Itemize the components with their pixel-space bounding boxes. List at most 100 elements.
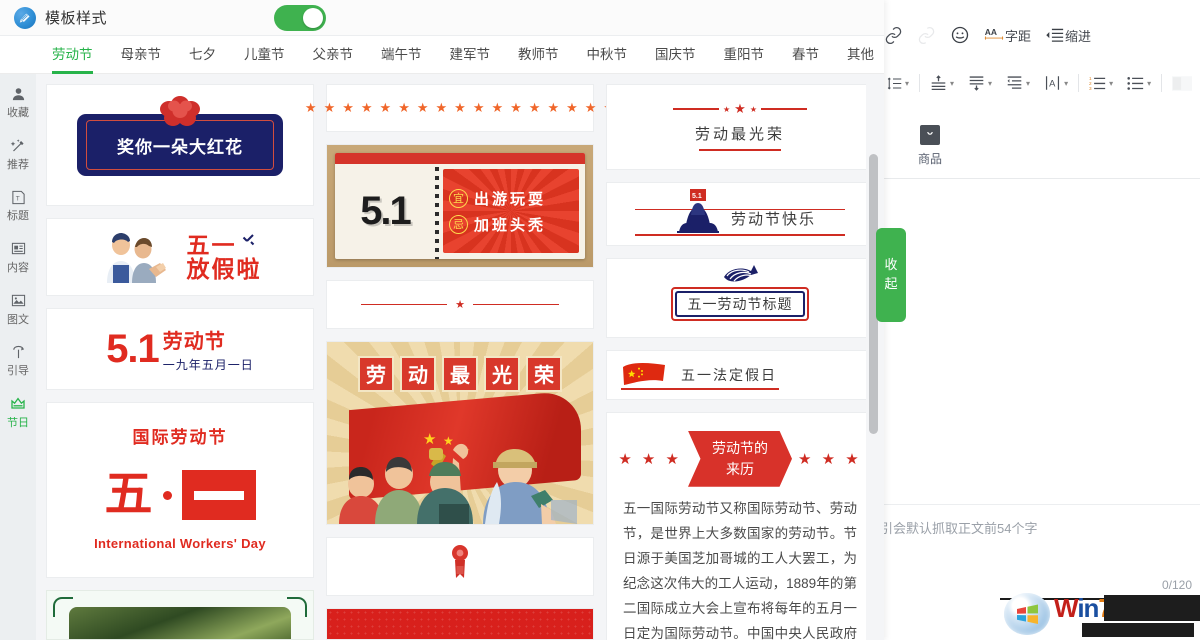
template-card-redbar[interactable] — [326, 607, 594, 640]
bad-text: 加班头秃 — [474, 216, 547, 234]
glory-card-art: ★ ★ ★ 劳动最光荣 — [617, 97, 863, 157]
sidebar-label: 节日 — [7, 416, 29, 429]
collapse-label-2: 起 — [884, 276, 898, 291]
calendar-text-side: 宜 出游玩耍 忌 加班头秃 — [443, 169, 579, 254]
collapse-panel-button[interactable]: 收 起 — [876, 228, 906, 322]
tab-qixi[interactable]: 七夕 — [175, 36, 230, 74]
calendar-date-side: 5.1 — [335, 153, 435, 259]
sidebar-item-festival[interactable]: 节日 — [0, 384, 36, 436]
title-card-art: 五一劳动节标题 — [607, 259, 866, 337]
template-grid: 奖你一朵大红花 五一 放假啦 5.1 劳动节 一九年五月一日 国际劳动节 五 I… — [36, 74, 866, 640]
svg-text:3: 3 — [1089, 86, 1092, 91]
template-style-toggle[interactable] — [274, 5, 326, 31]
tab-zhongqiujie[interactable]: 中秋节 — [573, 36, 642, 74]
windows-logo-icon — [1004, 593, 1050, 635]
double-border-title-box: 五一劳动节标题 — [671, 286, 809, 321]
tab-chunjie[interactable]: 春节 — [778, 36, 833, 74]
sidebar-item-imagetext[interactable]: 图文 — [0, 281, 36, 333]
poster-char: 动 — [400, 355, 436, 392]
happy-line-bottom — [635, 234, 845, 236]
template-card-title[interactable]: 五一劳动节标题 — [606, 257, 866, 338]
template-card-medal[interactable] — [326, 536, 594, 596]
tab-chongyangjie[interactable]: 重阳节 — [710, 36, 779, 74]
template-card-flower[interactable]: 奖你一朵大红花 — [46, 84, 314, 206]
origin-stars-right: ★ ★ ★ — [798, 450, 862, 468]
product-bag-icon — [920, 125, 940, 145]
template-card-star-row[interactable]: ★★★★★★ ★★★★★★ ★★★★★ — [305, 84, 615, 133]
toolbar-separator — [1078, 74, 1080, 92]
emoji-icon[interactable] — [950, 25, 970, 45]
tab-duanwujie[interactable]: 端午节 — [367, 36, 436, 74]
template-card-calendar[interactable]: 5.1 宜 出游玩耍 忌 加班头秃 — [326, 144, 594, 269]
tab-jianjunjie[interactable]: 建军节 — [436, 36, 505, 74]
happy-text: 劳动节快乐 — [731, 210, 817, 228]
template-card-legal[interactable]: 五一法定假日 — [606, 349, 866, 400]
legal-text: 五一法定假日 — [681, 366, 777, 383]
template-column-1: 奖你一朵大红花 五一 放假啦 5.1 劳动节 一九年五月一日 国际劳动节 五 I… — [46, 84, 314, 640]
template-card-photo[interactable] — [46, 590, 314, 640]
good-badge: 宜 — [449, 188, 468, 208]
watermark: Win7 — [1000, 588, 1200, 640]
magic-wand-icon — [0, 136, 36, 156]
template-card-51[interactable]: 5.1 劳动节 一九年五月一日 — [46, 308, 314, 390]
text-direction-button[interactable]: A ▾ — [1037, 75, 1075, 91]
template-card-glory[interactable]: ★ ★ ★ 劳动最光荣 — [606, 84, 866, 170]
tab-ertongjie[interactable]: 儿童节 — [230, 36, 299, 74]
sidebar-item-content[interactable]: 内容 — [0, 229, 36, 281]
red-medal-icon — [450, 544, 470, 589]
template-brush-icon — [14, 6, 36, 29]
template-column-2: ★★★★★★ ★★★★★★ ★★★★★ 5.1 宜 — [305, 84, 615, 640]
template-card-happy[interactable]: 5.1 劳动节快乐 — [606, 181, 866, 246]
festival-tab-bar: 劳动节 母亲节 七夕 儿童节 父亲节 端午节 建军节 教师节 中秋节 国庆节 重… — [0, 36, 884, 74]
template-card-holiday[interactable]: 五一 放假啦 — [46, 218, 314, 296]
monument-statue-icon: 5.1 — [677, 188, 719, 233]
title-box-icon: T — [0, 187, 36, 207]
template-card-international[interactable]: 国际劳动节 五 International Workers' Day — [46, 402, 314, 578]
photo-thumbnail — [69, 607, 291, 639]
indent-button[interactable]: 缩进 — [1045, 26, 1091, 45]
tab-jiaoshijie[interactable]: 教师节 — [504, 36, 573, 74]
editor-toolbar-row-1: AA 字距 缩进 — [884, 18, 1091, 52]
bad-badge: 忌 — [449, 214, 468, 234]
sidebar-item-collection[interactable]: 收藏 — [0, 74, 36, 126]
calendar-art: 5.1 宜 出游玩耍 忌 加班头秃 — [327, 145, 593, 268]
tab-qita[interactable]: 其他 — [833, 36, 888, 74]
poster-char: 最 — [442, 355, 478, 392]
origin-header: ★ ★ ★ 劳动节的 来历 ★ ★ ★ — [617, 425, 863, 497]
template-card-origin[interactable]: ★ ★ ★ 劳动节的 来历 ★ ★ ★ 五一国际劳动节又称国际劳动节、劳动节，是… — [606, 411, 866, 640]
spark-icon — [240, 233, 256, 254]
tab-guoqingjie[interactable]: 国庆节 — [641, 36, 710, 74]
sidebar-item-recommend[interactable]: 推荐 — [0, 126, 36, 178]
holiday-card-art: 五一 放假啦 — [57, 231, 303, 283]
align-justify-button[interactable]: ▾ — [999, 75, 1037, 91]
template-card-star-divider[interactable]: ★ — [326, 280, 594, 329]
tab-muqinjie[interactable]: 母亲节 — [107, 36, 176, 74]
product-insert-button[interactable]: 商品 — [905, 125, 955, 167]
product-label: 商品 — [917, 152, 942, 166]
align-top-button[interactable]: ▾ — [923, 75, 961, 91]
legal-underline — [621, 387, 779, 390]
workers-group-illustration — [339, 443, 577, 524]
happy-card-art: 5.1 劳动节快乐 — [607, 183, 866, 245]
ordered-list-button[interactable]: 1 2 3 ▾ — [1082, 75, 1120, 91]
unlink-icon[interactable] — [917, 26, 936, 45]
international-symbol: 五 — [57, 470, 303, 520]
letter-spacing-button[interactable]: AA 字距 — [984, 26, 1031, 45]
tab-fuqinjie[interactable]: 父亲节 — [299, 36, 368, 74]
template-card-poster[interactable]: 劳 动 最 光 荣 ★ ★ ★ — [326, 340, 594, 525]
watermark-mask-2 — [1082, 622, 1194, 637]
star-divider: ★ — [361, 298, 559, 311]
star-large: ★ — [734, 101, 746, 116]
unordered-list-button[interactable]: ▾ — [1120, 75, 1158, 91]
line-height-button[interactable]: ▾ — [880, 76, 916, 91]
watermark-mask — [1104, 594, 1200, 621]
svg-text:1: 1 — [1089, 76, 1092, 81]
sidebar-item-title[interactable]: T 标题 — [0, 177, 36, 229]
workers-illustration — [106, 233, 166, 283]
sidebar-item-guide[interactable]: 引导 — [0, 332, 36, 384]
tab-laodongjie[interactable]: 劳动节 — [38, 36, 107, 74]
template-scrollbar-track[interactable] — [868, 74, 882, 640]
layout-left-button[interactable] — [1165, 75, 1199, 91]
align-center-button[interactable]: ▾ — [961, 75, 999, 91]
china-flag-icon — [623, 362, 665, 385]
